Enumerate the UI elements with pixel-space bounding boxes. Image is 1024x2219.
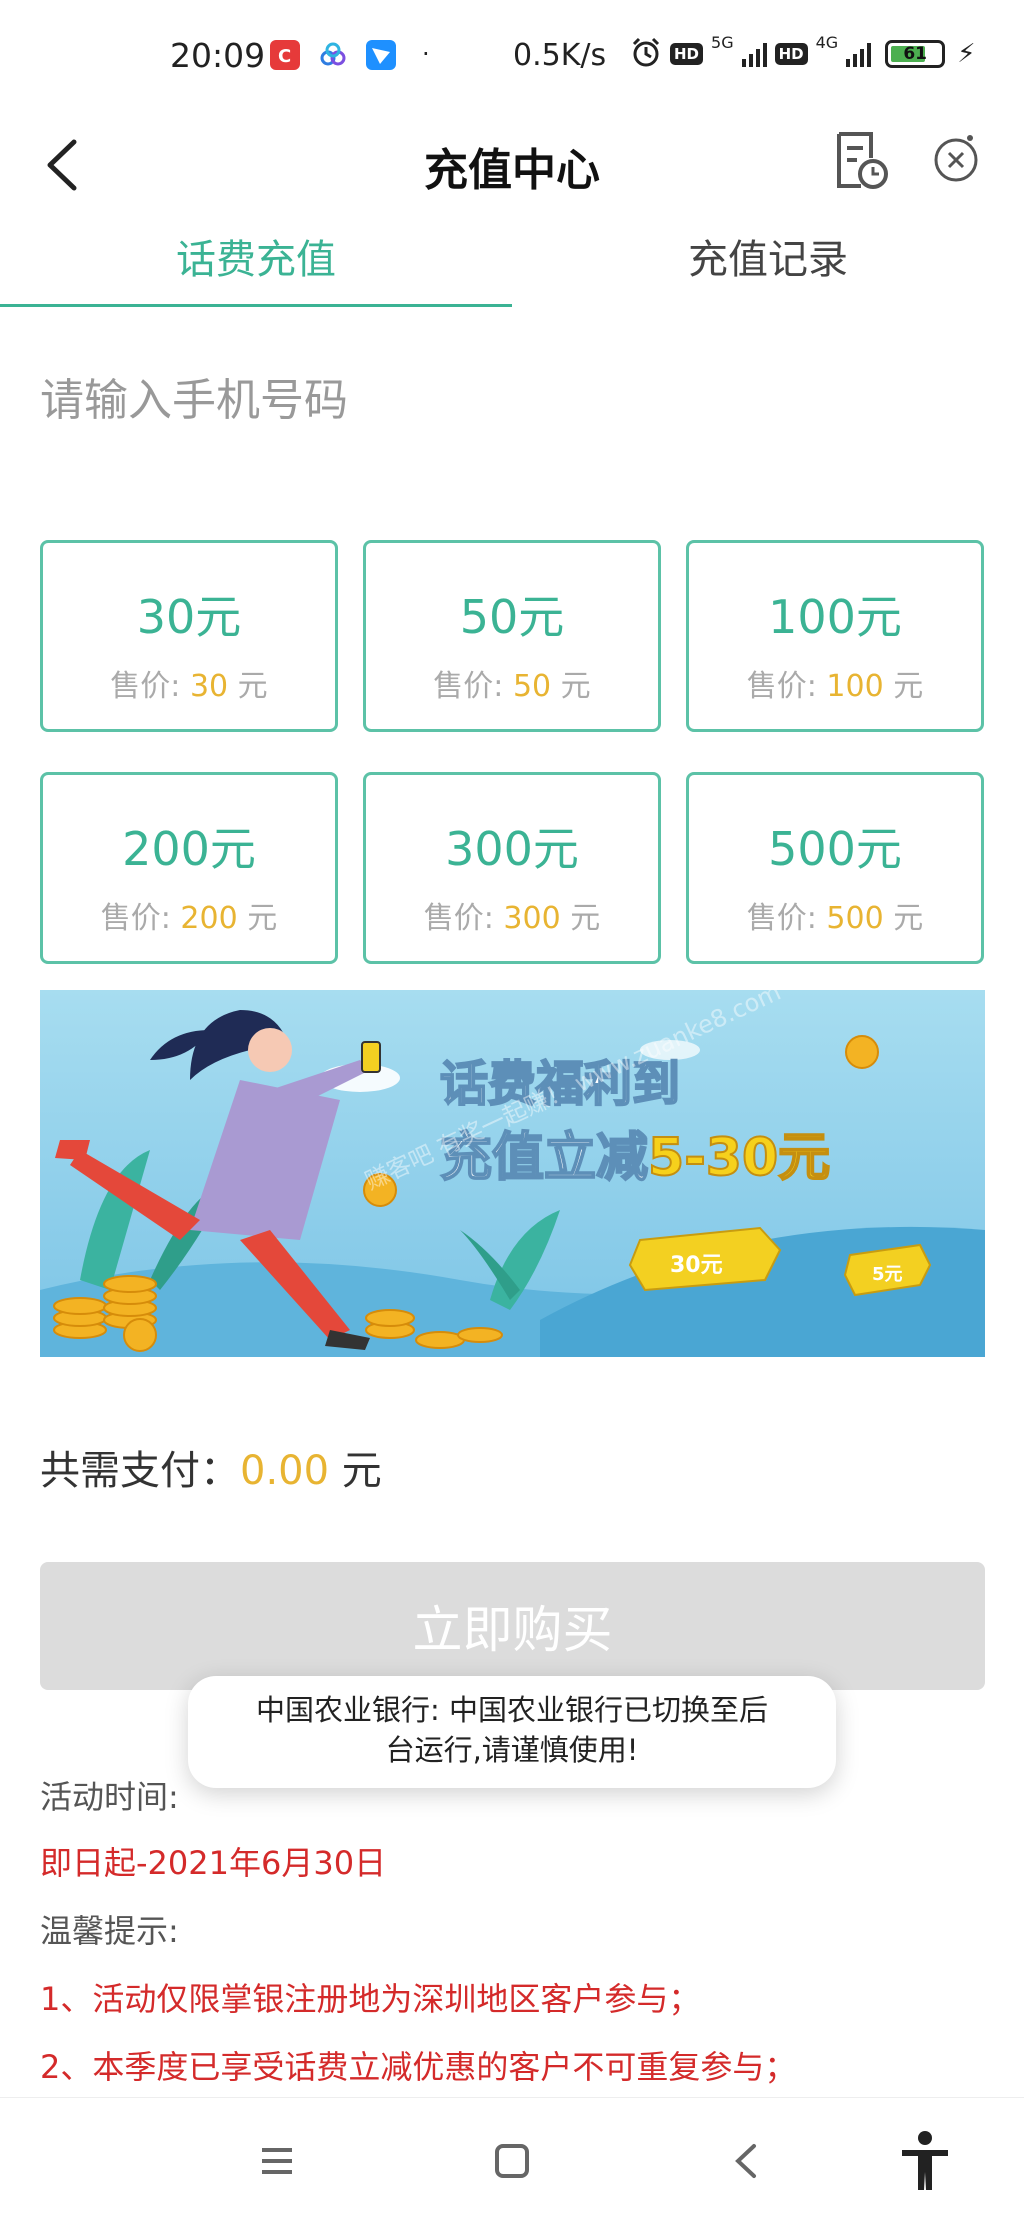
amount-label: 50元 <box>459 590 565 644</box>
price-prefix: 售价: <box>433 669 513 704</box>
hd-badge: HD <box>670 43 704 65</box>
price-prefix: 售价: <box>746 901 827 936</box>
price-prefix: 售价: <box>100 901 181 936</box>
total-amount: 0.00 <box>240 1448 330 1494</box>
close-button[interactable] <box>920 124 992 196</box>
accessibility-button[interactable] <box>890 2126 960 2196</box>
price-prefix: 售价: <box>746 669 827 704</box>
amount-label: 500元 <box>768 822 902 876</box>
app-blue-arrow-icon <box>366 40 396 70</box>
svg-text:C: C <box>278 46 291 67</box>
total-unit: 元 <box>329 1448 382 1494</box>
history-button[interactable] <box>825 124 897 196</box>
phone-number-input[interactable] <box>40 365 980 435</box>
amount-price: 售价: 30 元 <box>43 661 335 705</box>
price-value: 500 <box>826 901 884 936</box>
header: 充值中心 <box>0 110 1024 240</box>
system-nav-bar <box>0 2097 1024 2219</box>
price-unit: 元 <box>560 901 601 936</box>
banner-line2-highlight: 5-30元 <box>648 1128 830 1188</box>
amount-label: 30元 <box>136 590 242 644</box>
banner-ribbon-1: 30元 <box>670 1253 723 1278</box>
network-type: 5G <box>711 32 734 52</box>
tip-1: 1、活动仅限掌银注册地为深圳地区客户参与； <box>40 1980 701 2018</box>
banner-ribbon-2: 5元 <box>872 1264 903 1285</box>
price-value: 50 <box>512 669 552 704</box>
total-payment: 共需支付：0.00 元 <box>40 1438 382 1496</box>
tips-label: 温馨提示: <box>40 1912 179 1950</box>
battery-level: 61 <box>903 44 928 64</box>
net-speed: 0.5K/s <box>513 38 607 73</box>
amount-option-300[interactable]: 300元 售价: 300 元 <box>363 772 661 964</box>
amount-option-200[interactable]: 200元 售价: 200 元 <box>40 772 338 964</box>
amount-label: 100元 <box>768 590 902 644</box>
battery-icon: 61 <box>885 40 946 68</box>
toast-line2: 台运行,请谨慎使用! <box>385 1733 639 1767</box>
period-value: 即日起-2021年6月30日 <box>40 1844 387 1882</box>
buy-now-button[interactable]: 立即购买 <box>40 1562 985 1690</box>
app-red-icon: C <box>270 40 300 70</box>
amount-option-100[interactable]: 100元 售价: 100 元 <box>686 540 984 732</box>
svg-text:充值立减5-30元: 充值立减5-30元 <box>440 1128 830 1188</box>
price-prefix: 售价: <box>110 669 190 704</box>
amount-label: 300元 <box>445 822 579 876</box>
back-triangle-icon <box>735 2144 756 2178</box>
hd-badge-2: HD <box>774 43 808 65</box>
price-unit: 元 <box>237 901 278 936</box>
toast-line1: 中国农业银行: 中国农业银行已切换至后 <box>256 1693 768 1727</box>
amount-price: 售价: 500 元 <box>689 893 981 937</box>
amount-option-30[interactable]: 30元 售价: 30 元 <box>40 540 338 732</box>
home-button[interactable] <box>477 2126 547 2196</box>
price-unit: 元 <box>228 669 268 704</box>
price-value: 100 <box>826 669 884 704</box>
price-unit: 元 <box>883 669 924 704</box>
tab-bar: 话费充值 充值记录 <box>0 225 1024 307</box>
status-time: 20:09 <box>170 36 266 75</box>
amount-option-500[interactable]: 500元 售价: 500 元 <box>686 772 984 964</box>
tab-records[interactable]: 充值记录 <box>512 225 1024 305</box>
amount-price: 售价: 200 元 <box>43 893 335 937</box>
amount-price: 售价: 100 元 <box>689 661 981 705</box>
price-value: 30 <box>189 669 229 704</box>
period-label: 活动时间: <box>40 1778 179 1816</box>
tip-2: 2、本季度已享受话费立减优惠的客户不可重复参与； <box>40 2048 797 2086</box>
total-label: 共需支付： <box>40 1448 240 1494</box>
accessibility-icon <box>902 2131 948 2190</box>
menu-button[interactable] <box>242 2126 312 2196</box>
price-value: 200 <box>180 901 238 936</box>
tab-recharge[interactable]: 话费充值 <box>0 225 512 307</box>
amount-price: 售价: 50 元 <box>366 661 658 705</box>
amount-grid: 30元 售价: 30 元 50元 售价: 50 元 100元 售价: 100 元… <box>40 540 985 964</box>
amount-option-50[interactable]: 50元 售价: 50 元 <box>363 540 661 732</box>
app-blue-cluster-icon <box>318 40 348 70</box>
network-type-2: 4G <box>815 32 839 52</box>
amount-label: 200元 <box>122 822 256 876</box>
status-bar: 20:09 C · 0.5K/s HD 5G HD 4G 61 ⚡ <box>0 0 1024 110</box>
promo-banner[interactable]: 话费福利到 充值立减5-30元 30元 5元 赚客吧 有奖一起赚！ www.zu… <box>40 990 985 1357</box>
price-value: 300 <box>503 901 561 936</box>
bolt-icon: ⚡ <box>957 39 976 69</box>
menu-icon <box>262 2148 292 2174</box>
amount-price: 售价: 300 元 <box>366 893 658 937</box>
document-clock-icon <box>837 132 888 189</box>
alarm-icon <box>630 36 662 72</box>
signal-icon-2 <box>846 41 872 67</box>
promo-banner-art: 话费福利到 充值立减5-30元 30元 5元 赚客吧 有奖一起赚！ www.zu… <box>40 990 985 1357</box>
status-icons: HD 5G HD 4G 61 ⚡ <box>630 32 976 72</box>
toast-message: 中国农业银行: 中国农业银行已切换至后 台运行,请谨慎使用! <box>188 1676 836 1788</box>
signal-icon <box>741 41 767 67</box>
status-dot: · <box>422 40 430 68</box>
price-unit: 元 <box>883 901 924 936</box>
price-unit: 元 <box>551 669 591 704</box>
price-prefix: 售价: <box>423 901 504 936</box>
home-square-icon <box>495 2144 529 2178</box>
circle-close-icon <box>934 135 978 182</box>
nav-back-button[interactable] <box>712 2126 782 2196</box>
